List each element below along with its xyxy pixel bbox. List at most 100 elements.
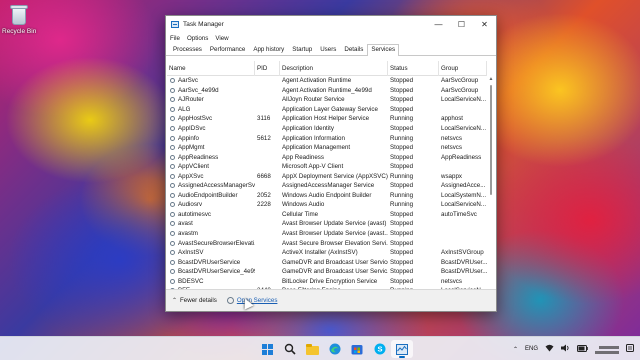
clock[interactable] xyxy=(595,345,619,354)
table-row[interactable]: Audiosrv 2228 Windows Audio Running LocalSer… xyxy=(167,200,487,210)
tab-users[interactable]: Users xyxy=(316,44,340,55)
service-name-text: AppReadiness xyxy=(178,153,219,161)
table-row[interactable]: AvastSecureBrowserElevati... Avast Secure… xyxy=(167,238,487,248)
table-row[interactable]: AJRouter AllJoyn Router Service Stopped Loc… xyxy=(167,95,487,105)
store-button[interactable] xyxy=(346,340,368,358)
vertical-scrollbar[interactable]: ▲ ▼ xyxy=(487,76,495,302)
service-status: Stopped xyxy=(390,77,414,85)
menu-options[interactable]: Options xyxy=(187,35,208,42)
table-row[interactable]: BDESVC BitLocker Drive Encryption Service… xyxy=(167,276,487,286)
task-manager-window: Task Manager — ☐ ✕ File Options View Pro… xyxy=(165,15,497,312)
maximize-button[interactable]: ☐ xyxy=(450,16,473,33)
service-group: AppReadiness xyxy=(441,153,482,161)
service-status: Stopped xyxy=(390,144,414,152)
wifi-icon[interactable] xyxy=(545,344,554,354)
table-row[interactable]: AudioEndpointBuilder 2052 Windows Audio En… xyxy=(167,191,487,201)
minimize-button[interactable]: — xyxy=(427,16,450,33)
skype-button[interactable]: S xyxy=(369,340,391,358)
column-header-pid[interactable]: PID xyxy=(255,61,280,76)
service-name-text: AarSvc_4e99d xyxy=(178,86,219,94)
services-table: Name PID Description Status Group AarSvc… xyxy=(167,61,487,303)
table-row[interactable]: BcastDVRUserService GameDVR and Broadcast… xyxy=(167,257,487,267)
tab-startup[interactable]: Startup xyxy=(288,44,316,55)
tab-processes[interactable]: Processes xyxy=(169,44,206,55)
service-name: BcastDVRUserService xyxy=(167,259,255,266)
service-status: Stopped xyxy=(390,258,414,266)
tab-performance[interactable]: Performance xyxy=(206,44,249,55)
system-tray: ⌃ ENG xyxy=(506,337,634,360)
table-row[interactable]: autotimesvc Cellular Time Stopped autoTimeS… xyxy=(167,210,487,220)
service-status: Stopped xyxy=(390,239,414,247)
title-bar[interactable]: Task Manager — ☐ ✕ xyxy=(166,16,496,33)
table-row[interactable]: AppVClient Microsoft App-V Client Stopped xyxy=(167,162,487,172)
table-row[interactable]: AxInstSV ActiveX Installer (AxInstSV) Stop… xyxy=(167,248,487,258)
service-name-text: AJRouter xyxy=(178,96,204,104)
file-explorer-button[interactable] xyxy=(301,340,323,358)
table-row[interactable]: avastm Avast Browser Update Service (avas… xyxy=(167,229,487,239)
table-row[interactable]: AssignedAccessManagerSvc AssignedAccessMa… xyxy=(167,181,487,191)
service-description: BitLocker Drive Encryption Service xyxy=(282,277,378,285)
volume-icon[interactable] xyxy=(561,344,570,354)
chevron-up-icon[interactable]: ⌃ xyxy=(172,297,177,304)
recycle-bin[interactable]: Recycle Bin xyxy=(2,4,36,35)
notifications-icon[interactable] xyxy=(626,344,634,354)
edge-button[interactable] xyxy=(324,340,346,358)
tab-details[interactable]: Details xyxy=(340,44,367,55)
service-group: netsvcs xyxy=(441,277,462,285)
service-description: App Readiness xyxy=(282,153,324,161)
service-name-text: AarSvc xyxy=(178,77,198,85)
menu-file[interactable]: File xyxy=(170,35,180,42)
service-name: AarSvc_4e99d xyxy=(167,87,255,94)
service-name-text: AppHostSvc xyxy=(178,115,213,123)
service-description: AllJoyn Router Service xyxy=(282,96,345,104)
service-description: Agent Activation Runtime_4e99d xyxy=(282,86,372,94)
recycle-bin-icon xyxy=(9,4,29,26)
tab-app-history[interactable]: App history xyxy=(249,44,288,55)
service-group: LocalServiceN... xyxy=(441,201,487,209)
service-name-text: AppMgmt xyxy=(178,144,205,152)
column-header-status[interactable]: Status xyxy=(388,61,439,76)
scroll-thumb[interactable] xyxy=(490,85,492,195)
service-name: BcastDVRUserService_4e99d xyxy=(167,268,255,275)
table-row[interactable]: AppReadiness App Readiness Stopped AppReadi… xyxy=(167,152,487,162)
fewer-details-button[interactable]: Fewer details xyxy=(180,297,217,304)
table-row[interactable]: BcastDVRUserService_4e99d GameDVR and Bro… xyxy=(167,267,487,277)
table-row[interactable]: AarSvc_4e99d Agent Activation Runtime_4e9… xyxy=(167,86,487,96)
column-header-name[interactable]: Name xyxy=(167,61,255,76)
table-row[interactable]: Appinfo 5612 Application Information Runnin… xyxy=(167,133,487,143)
service-status: Stopped xyxy=(390,163,414,171)
table-row[interactable]: AppXSvc 6668 AppX Deployment Service (AppX… xyxy=(167,171,487,181)
service-description: AppX Deployment Service (AppXSVC) xyxy=(282,172,388,180)
tab-services[interactable]: Services xyxy=(367,44,400,56)
footer-bar: ⌃ Fewer details Open Services xyxy=(166,289,496,311)
search-button[interactable] xyxy=(279,340,301,358)
service-description: GameDVR and Broadcast User Servic... xyxy=(282,268,388,276)
column-header-group[interactable]: Group xyxy=(439,61,487,76)
table-row[interactable]: ALG Application Layer Gateway Service Stop… xyxy=(167,105,487,115)
store-icon xyxy=(351,345,363,355)
service-gear-icon xyxy=(170,183,175,189)
service-status: Running xyxy=(390,201,414,209)
service-group: AxInstSVGroup xyxy=(441,249,484,257)
service-description: ActiveX Installer (AxInstSV) xyxy=(282,249,358,257)
service-name-text: Appinfo xyxy=(178,134,199,142)
table-row[interactable]: AppIDSvc Application Identity Stopped Local… xyxy=(167,124,487,134)
task-manager-taskbar-button[interactable] xyxy=(391,340,413,358)
menu-view[interactable]: View xyxy=(215,35,228,42)
table-row[interactable]: avast Avast Browser Update Service (avast… xyxy=(167,219,487,229)
language-indicator[interactable]: ENG xyxy=(525,346,538,352)
service-description: Avast Browser Update Service (avast... xyxy=(282,230,388,238)
service-gear-icon xyxy=(170,145,175,151)
show-hidden-icons-icon[interactable]: ⌃ xyxy=(513,346,518,353)
table-row[interactable]: AarSvc Agent Activation Runtime Stopped Aar… xyxy=(167,76,487,86)
battery-icon[interactable] xyxy=(577,344,588,354)
column-header-description[interactable]: Description xyxy=(280,61,388,76)
service-gear-icon xyxy=(170,154,175,160)
service-name: AssignedAccessManagerSvc xyxy=(167,182,255,189)
service-gear-icon xyxy=(170,278,175,284)
close-button[interactable]: ✕ xyxy=(473,16,496,33)
start-button[interactable] xyxy=(256,340,278,358)
scroll-up-icon[interactable]: ▲ xyxy=(487,76,495,83)
table-row[interactable]: AppHostSvc 3116 Application Host Helper Se… xyxy=(167,114,487,124)
table-row[interactable]: AppMgmt Application Management Stopped nets… xyxy=(167,143,487,153)
